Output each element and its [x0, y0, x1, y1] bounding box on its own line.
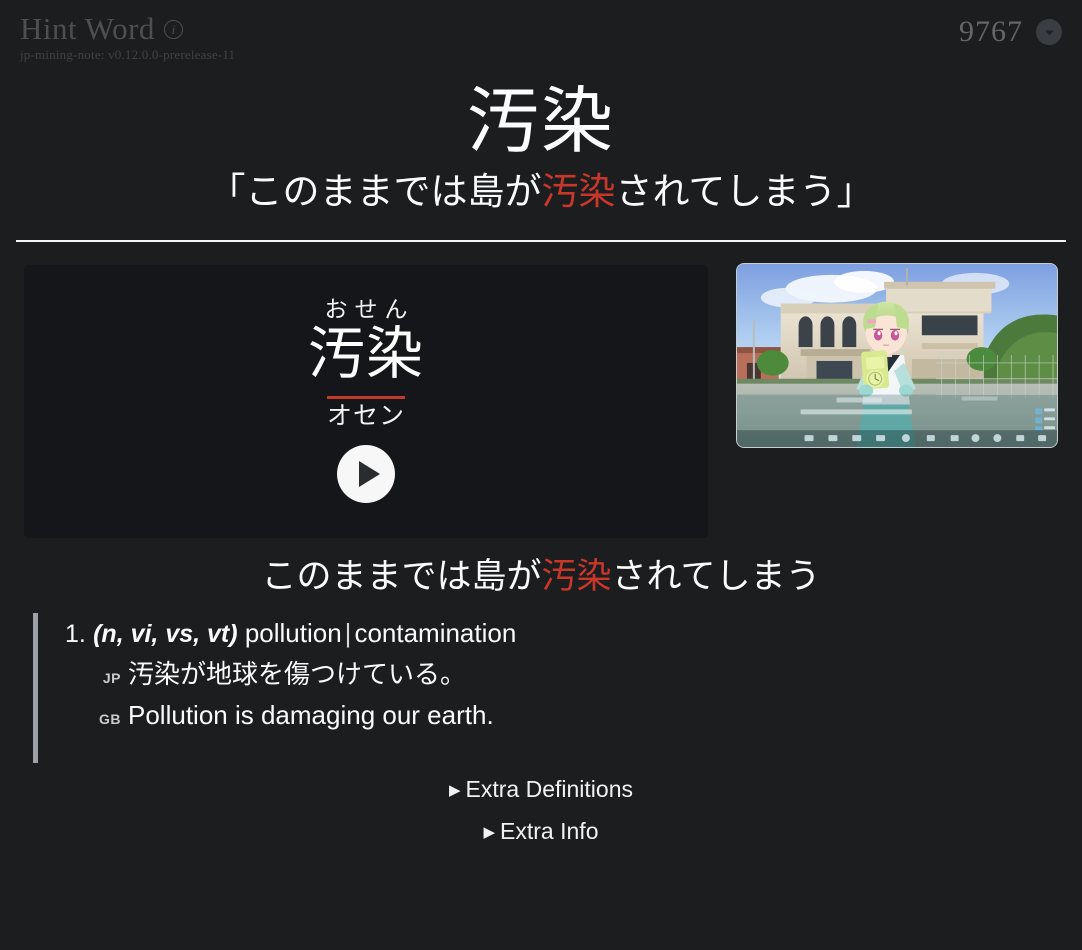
hint-word-block: Hint Word i jp-mining-note: v0.12.0.0-pr… [20, 12, 235, 63]
definition-number: 1. [65, 620, 86, 648]
header-right: 9767 [959, 16, 1062, 48]
definition-line: 1. (n, vi, vs, vt) pollution | contaminati… [65, 613, 1033, 654]
language-tag-jp: JP [102, 670, 121, 686]
example-row-jp: JP 汚染が地球を傷つけている。 [95, 656, 1033, 694]
main-word: 汚染 [466, 79, 615, 163]
word-detail-card: おせん 汚染 オセン [24, 265, 708, 538]
version-label: jp-mining-note: v0.12.0.0-prerelease-11 [20, 47, 236, 62]
sentence-highlight: 汚染 [541, 170, 616, 213]
hint-word-row: Hint Word i [20, 12, 235, 46]
hint-word-title: Hint Word [20, 11, 155, 46]
card-header: Hint Word i jp-mining-note: v0.12.0.0-pr… [0, 0, 1082, 74]
gloss-primary: pollution [244, 618, 342, 648]
quote-close: 」 [836, 170, 874, 213]
main-sentence: 「このままでは島が汚染されてしまう」 [0, 166, 1082, 218]
sub-sentence-after: されてしまう [611, 557, 821, 597]
language-tag-gb: GB [99, 711, 121, 727]
chevron-down-icon[interactable] [1036, 19, 1062, 45]
extra-info-toggle[interactable]: ▶ Extra Info [0, 812, 1082, 854]
part-of-speech-tags: (n, vi, vs, vt) [93, 620, 238, 648]
card-picture[interactable] [736, 263, 1058, 448]
word-area: 汚染 「このままでは島が汚染されてしまう」 [0, 78, 1082, 218]
sentence-after: されてしまう [615, 170, 837, 213]
example-text-gb: Pollution is damaging our earth. [128, 700, 494, 730]
pitch-accent-wrapper: オセン [326, 396, 405, 431]
sub-sentence-highlight: 汚染 [541, 557, 612, 597]
anki-card-page: Hint Word i jp-mining-note: v0.12.0.0-pr… [0, 0, 1082, 950]
gloss-separator: | [344, 618, 352, 648]
sub-sentence-before: このままでは島が [261, 557, 542, 597]
card-count: 9767 [959, 15, 1023, 48]
example-text-jp: 汚染が地球を傷つけている。 [128, 660, 467, 690]
furigana-reading: おせん [324, 297, 415, 323]
example-row-gb: GB Pollution is damaging our earth. [95, 696, 1033, 734]
triangle-right-icon: ▶ [448, 782, 461, 799]
picture-artwork [737, 264, 1057, 447]
example-sentence: このままでは島が汚染されてしまう [0, 553, 1082, 601]
play-audio-button[interactable] [337, 445, 395, 503]
play-icon [358, 461, 380, 487]
extra-definitions-toggle[interactable]: ▶ Extra Definitions [0, 770, 1082, 812]
disclosure-section: ▶ Extra Definitions ▶ Extra Info [0, 770, 1082, 854]
header-divider [16, 240, 1066, 242]
card-kanji: 汚染 [308, 321, 424, 387]
extra-info-label: Extra Info [500, 818, 599, 844]
definition-block: 1. (n, vi, vs, vt) pollution | contaminati… [33, 613, 1033, 763]
triangle-right-icon: ▶ [483, 824, 496, 841]
info-icon[interactable]: i [163, 19, 183, 39]
quote-open: 「 [208, 170, 246, 213]
sentence-before: このままでは島が [245, 170, 542, 213]
word-detail-inner: おせん 汚染 オセン [24, 297, 708, 503]
gloss-secondary: contamination [354, 618, 517, 648]
extra-definitions-label: Extra Definitions [465, 776, 633, 802]
katakana-reading: オセン [326, 401, 405, 430]
